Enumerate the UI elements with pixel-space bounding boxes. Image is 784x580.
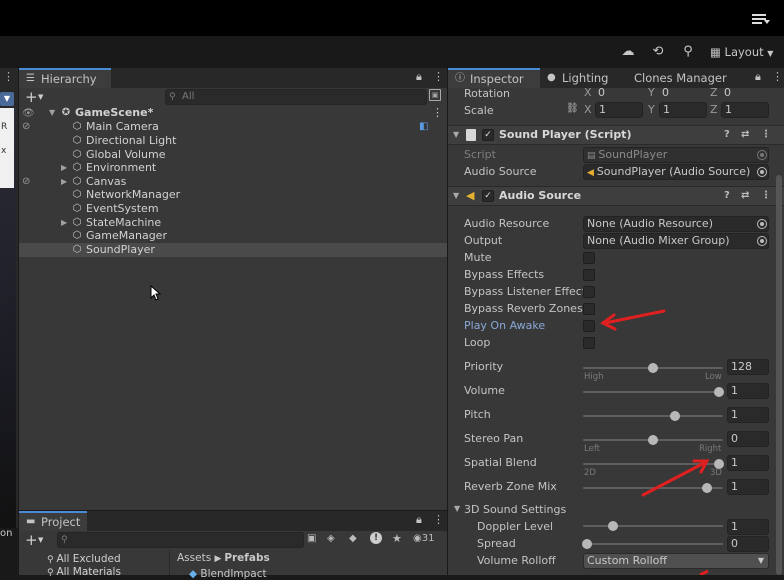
annotation-arrow: [600, 309, 666, 331]
annotation-arrow: [641, 459, 710, 497]
annotation-arrows: [600, 309, 710, 575]
annotation-arrow: [699, 569, 709, 575]
